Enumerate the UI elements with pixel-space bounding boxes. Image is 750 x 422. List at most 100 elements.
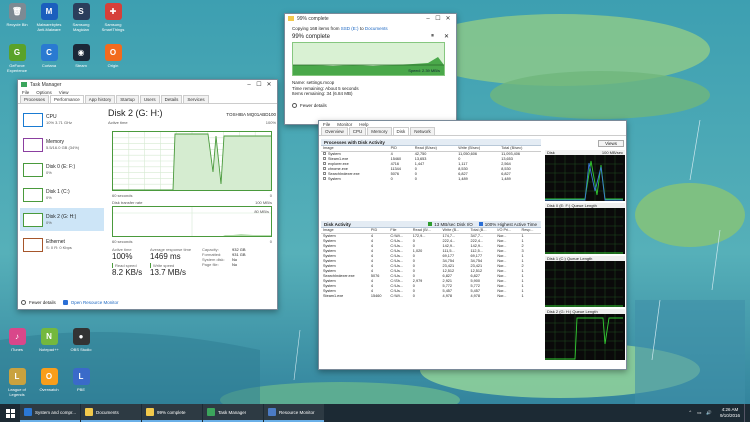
- system-tray: ⌃ ▭ 🔊: [684, 404, 716, 422]
- clock[interactable]: 4:26 AM 9/10/2016: [716, 404, 744, 422]
- views-dropdown[interactable]: Views: [598, 140, 624, 147]
- fewer-details-toggle[interactable]: Fewer details: [292, 102, 449, 108]
- desktop-icon[interactable]: G GeForce Experience: [2, 44, 32, 73]
- active-seconds-label: 60 seconds: [112, 193, 133, 198]
- taskbar-app-label: Task Manager: [218, 409, 247, 415]
- cell-text: 4: [370, 248, 373, 253]
- desktop-icon[interactable]: ● OBS Studio: [66, 328, 96, 352]
- taskbar-app-button[interactable]: Task Manager: [203, 404, 263, 422]
- row-checkbox[interactable]: [323, 172, 326, 175]
- desktop-icon[interactable]: 🗑 Recycle Bin: [2, 3, 32, 27]
- cell-text: Nor...: [497, 288, 507, 293]
- row-checkbox[interactable]: [323, 157, 326, 160]
- disk-activity-header[interactable]: Disk Activity 13 MB/sec Disk I/O 100% Hi…: [321, 221, 541, 228]
- cell-text: C:\Us...: [390, 253, 404, 258]
- close-button[interactable]: ✕: [443, 15, 453, 22]
- rm-tab[interactable]: CPU: [348, 127, 367, 135]
- app-icon: C: [40, 44, 58, 61]
- desktop-icon[interactable]: L PBE: [66, 368, 96, 392]
- volume-icon[interactable]: 🔊: [706, 410, 712, 416]
- mini-graph: [23, 187, 43, 202]
- chevron-up-icon: [292, 102, 297, 108]
- perf-item-name: Memory: [46, 138, 65, 145]
- rm-left-pane: Processes with Disk Activity Image PID Rea…: [321, 139, 541, 369]
- cell-text: 0: [412, 253, 415, 258]
- table-cell: Steam1.exe: [321, 293, 369, 298]
- perf-sidebar-item[interactable]: Disk 0 (E: F:) 0%: [20, 158, 104, 181]
- tm-tab[interactable]: App history: [84, 95, 116, 103]
- pause-button[interactable]: ⏸: [431, 33, 434, 40]
- desktop-icon[interactable]: ♪ iTunes: [2, 328, 32, 352]
- desktop-icon[interactable]: ◉ Steam: [66, 44, 96, 68]
- network-icon[interactable]: ▭: [697, 410, 701, 416]
- cell-text: 6,827: [470, 273, 480, 278]
- perf-sidebar-item[interactable]: Memory 5.5/16.0 GB (34%): [20, 133, 104, 156]
- taskbar-app-button[interactable]: Resource Monitor: [264, 404, 324, 422]
- start-button[interactable]: [0, 404, 20, 422]
- perf-sidebar-item[interactable]: Disk 2 (G: H:) 0%: [20, 208, 104, 231]
- maximize-button[interactable]: ☐: [254, 81, 264, 88]
- cell-text: Nor...: [497, 268, 507, 273]
- desktop-icon[interactable]: L League of Legends: [2, 368, 32, 397]
- destination-link[interactable]: Documents: [365, 26, 388, 31]
- perf-item-text: Memory 5.5/16.0 GB (34%): [46, 139, 79, 151]
- rm-tab[interactable]: Overview: [321, 127, 348, 135]
- taskbar-app-button[interactable]: System and compr...: [20, 404, 80, 422]
- perf-sidebar-item[interactable]: Ethernet S: 0 R: 0 Kbps: [20, 233, 104, 256]
- tm-tab[interactable]: Users: [139, 95, 160, 103]
- show-desktop-button[interactable]: [744, 404, 750, 422]
- desktop-icon[interactable]: S Samsung Magician: [66, 3, 96, 32]
- row-checkbox[interactable]: [323, 167, 326, 170]
- cancel-button[interactable]: ✕: [444, 33, 449, 40]
- app-icon: N: [40, 328, 58, 345]
- table-row[interactable]: Steam1.exe 15460 C:\Wi... 0 4,978 4,978 Nor...…: [321, 293, 541, 298]
- tm-tab[interactable]: Processes: [20, 95, 50, 103]
- cell-text: 1: [521, 283, 524, 288]
- tray-arrow-icon[interactable]: ⌃: [688, 410, 692, 416]
- row-checkbox[interactable]: [323, 152, 326, 156]
- rm-tab[interactable]: Memory: [367, 127, 392, 135]
- rm-tab[interactable]: Disk: [392, 127, 410, 135]
- rm-tab[interactable]: Network: [410, 127, 435, 135]
- desktop-icon[interactable]: C Cortana: [34, 44, 64, 68]
- row-checkbox[interactable]: [323, 177, 326, 180]
- perf-item-text: Ethernet S: 0 R: 0 Kbps: [46, 239, 72, 251]
- desktop-icon[interactable]: ✚ Samsung SmartThings: [98, 3, 128, 32]
- tm-tab[interactable]: Details: [160, 95, 183, 103]
- cell-text: 4: [370, 253, 373, 258]
- tm-tab[interactable]: Services: [183, 95, 209, 103]
- cell-text: 3: [521, 248, 524, 253]
- taskbar-app-button[interactable]: Documents: [81, 404, 141, 422]
- processes-section-header[interactable]: Processes with Disk Activity: [321, 139, 541, 146]
- source-link[interactable]: SSD (E:): [341, 26, 359, 31]
- rm-graph: [545, 155, 625, 201]
- open-resource-monitor-link[interactable]: Open Resource Monitor: [71, 300, 119, 305]
- maximize-button[interactable]: ☐: [433, 15, 443, 22]
- tm-tab[interactable]: Startup: [116, 95, 139, 103]
- table-cell: 1: [519, 293, 541, 298]
- cell-text: Nor...: [497, 243, 507, 248]
- tm-fewer-details[interactable]: Fewer details: [29, 300, 56, 305]
- desktop-icon[interactable]: M Malwarebytes Anti-Malware: [34, 3, 64, 32]
- transfer-rate-graph: 80 MB/s: [112, 206, 272, 237]
- transfer-mid: 80 MB/s: [254, 209, 269, 214]
- perf-item-detail: 5.5/16.0 GB (34%): [46, 144, 80, 150]
- cell-text: C:\Us...: [390, 283, 404, 288]
- desktop-icon[interactable]: N Notepad++: [34, 328, 64, 352]
- taskbar-app-button[interactable]: 99% complete: [142, 404, 202, 422]
- stat-read-value: 8.2 KB/s: [112, 268, 143, 277]
- close-button[interactable]: ✕: [264, 81, 274, 88]
- cell-text: 4: [370, 263, 373, 268]
- rm-graph: [545, 261, 625, 307]
- minimize-button[interactable]: –: [423, 16, 433, 22]
- minimize-button[interactable]: –: [244, 82, 254, 88]
- perf-sidebar-item[interactable]: CPU 10% 3.71 GHz: [20, 108, 104, 131]
- app-icon: 🗑: [8, 3, 26, 20]
- row-checkbox[interactable]: [323, 162, 326, 165]
- desktop-icon-label: Cortana: [41, 63, 57, 68]
- desktop-icon[interactable]: O Overwatch: [34, 368, 64, 392]
- desktop-icon-label: League of Legends: [8, 387, 26, 397]
- perf-sidebar-item[interactable]: Disk 1 (C:) 0%: [20, 183, 104, 206]
- tm-tab[interactable]: Performance: [50, 95, 84, 103]
- desktop-icon[interactable]: O Origin: [98, 44, 128, 68]
